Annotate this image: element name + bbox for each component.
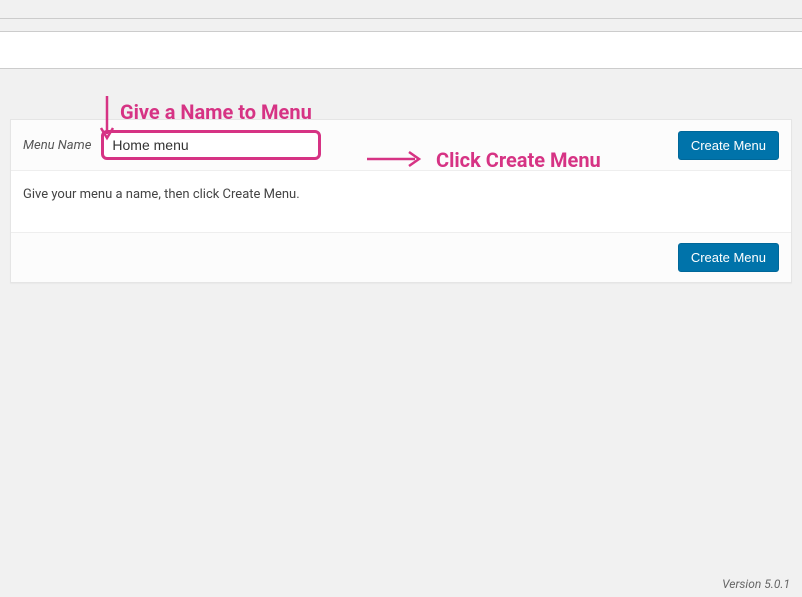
tab-bar — [0, 31, 802, 69]
panel-instructions: Give your menu a name, then click Create… — [11, 171, 791, 232]
menu-name-label: Menu Name — [23, 138, 91, 153]
create-menu-button-top[interactable]: Create Menu — [678, 131, 779, 160]
top-divider — [0, 18, 802, 19]
menu-name-input[interactable] — [101, 130, 321, 160]
version-text: Version 5.0.1 — [722, 577, 790, 591]
menu-form-row: Menu Name Create Menu — [11, 120, 791, 171]
create-menu-button-bottom[interactable]: Create Menu — [678, 243, 779, 272]
menu-panel: Menu Name Create Menu Give your menu a n… — [10, 119, 792, 283]
panel-footer: Create Menu — [11, 232, 791, 282]
